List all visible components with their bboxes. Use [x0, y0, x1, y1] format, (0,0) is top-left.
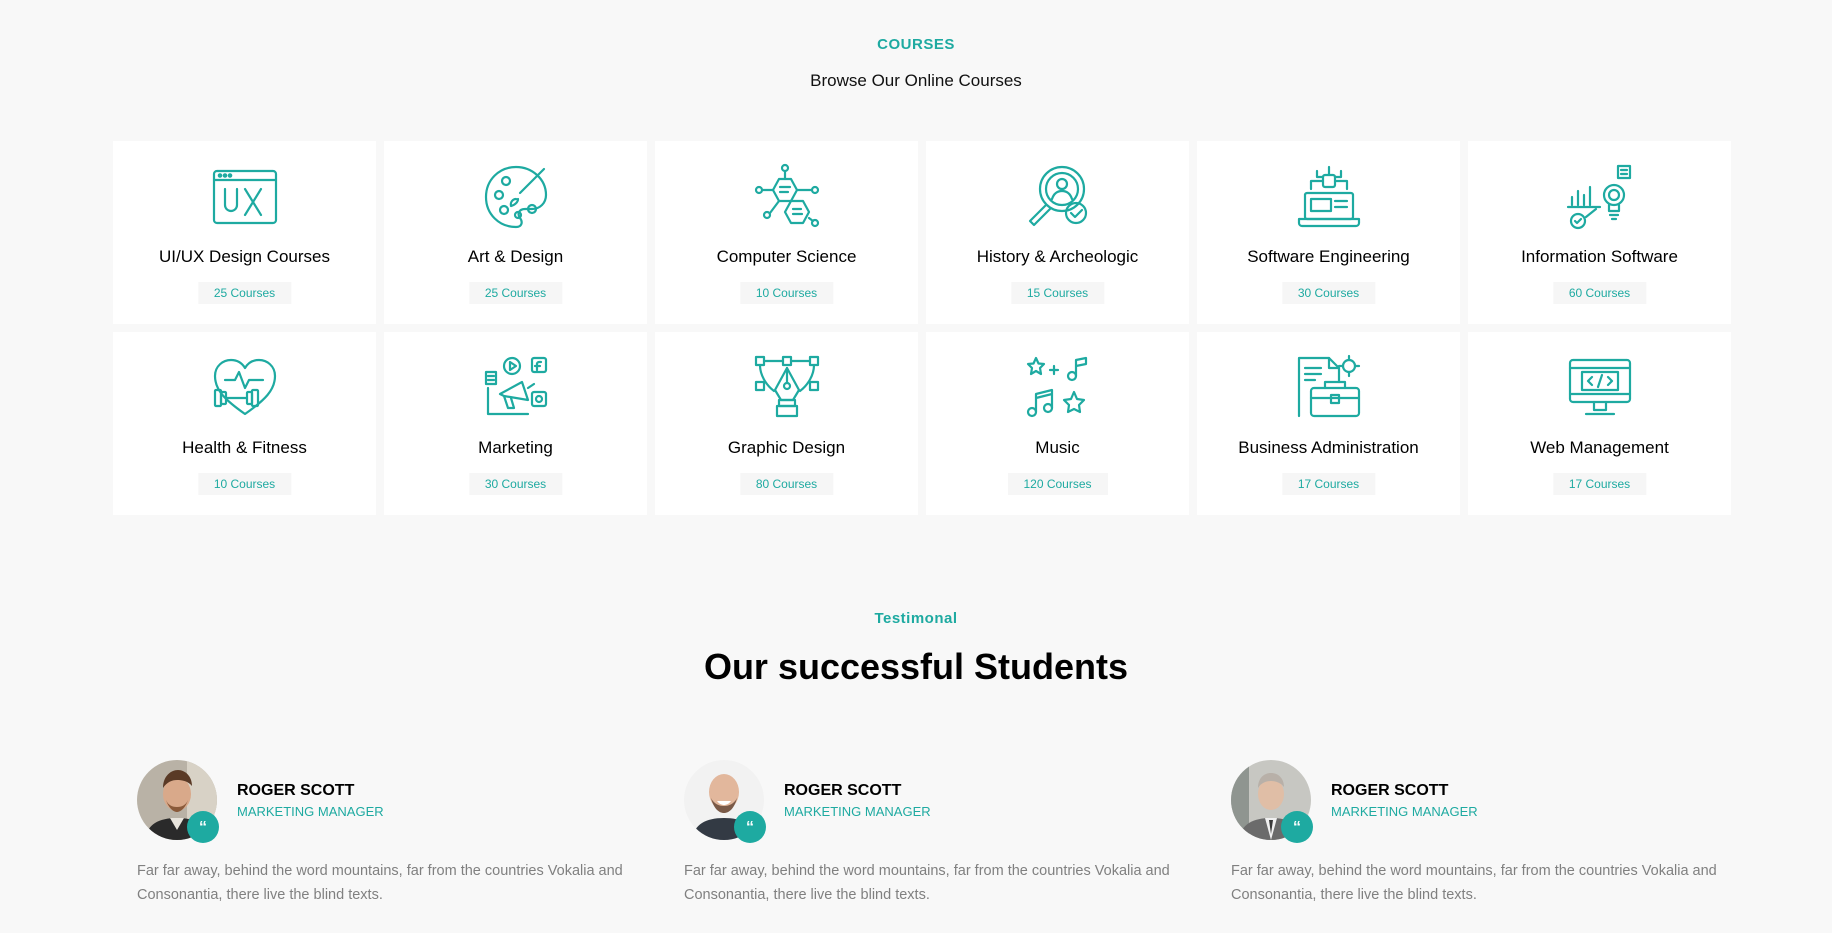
testimonial-eyebrow: Testimonal: [874, 610, 958, 627]
student-role: MARKETING MANAGER: [237, 804, 384, 819]
courses-eyebrow: COURSES: [877, 36, 955, 53]
pen-tool-icon: [753, 354, 821, 422]
quote-icon: “: [1281, 811, 1313, 843]
course-title: Web Management: [1530, 438, 1669, 457]
course-title: Health & Fitness: [182, 438, 307, 457]
music-notes-icon: [1024, 354, 1092, 422]
course-card[interactable]: Web Management 17 Courses: [1468, 332, 1731, 515]
monitor-code-icon: [1566, 354, 1634, 422]
megaphone-icon: [482, 354, 550, 422]
course-card[interactable]: Marketing 30 Courses: [384, 332, 647, 515]
student-name: ROGER SCOTT: [784, 782, 902, 799]
briefcase-icon: [1295, 354, 1363, 422]
course-title: Information Software: [1521, 247, 1678, 266]
course-title: Graphic Design: [727, 438, 846, 457]
course-title: History & Archeologic: [976, 247, 1139, 266]
student-name: ROGER SCOTT: [237, 782, 355, 799]
course-title: Software Engineering: [1247, 247, 1410, 266]
student-name: ROGER SCOTT: [1331, 782, 1449, 799]
bulb-chart-icon: [1566, 163, 1634, 231]
course-count-badge: 25 Courses: [468, 282, 563, 304]
course-count-badge: 17 Courses: [1552, 473, 1647, 495]
course-count-badge: 60 Courses: [1552, 282, 1647, 304]
heart-dumbbell-icon: [211, 354, 279, 422]
course-count-badge: 10 Courses: [197, 473, 292, 495]
course-card[interactable]: Art & Design 25 Courses: [384, 141, 647, 324]
course-title: Business Administration: [1238, 438, 1419, 457]
magnifier-icon: [1024, 163, 1092, 231]
course-count-badge: 15 Courses: [1010, 282, 1105, 304]
course-card[interactable]: Music 120 Courses: [926, 332, 1189, 515]
student-role: MARKETING MANAGER: [784, 804, 931, 819]
course-card[interactable]: Software Engineering 30 Courses: [1197, 141, 1460, 324]
course-title: UI/UX Design Courses: [158, 247, 330, 266]
course-card[interactable]: Information Software 60 Courses: [1468, 141, 1731, 324]
course-count-badge: 120 Courses: [1007, 473, 1108, 495]
course-grid: UI/UX Design Courses 25 Courses Art & De…: [113, 141, 1731, 515]
course-title: Art & Design: [467, 247, 564, 266]
network-icon: [753, 163, 821, 231]
course-title: Music: [1035, 438, 1080, 457]
testimonial-title: Our successful Students: [703, 646, 1129, 687]
course-card[interactable]: Business Administration 17 Courses: [1197, 332, 1460, 515]
course-card[interactable]: History & Archeologic 15 Courses: [926, 141, 1189, 324]
course-card[interactable]: UI/UX Design Courses 25 Courses: [113, 141, 376, 324]
course-card[interactable]: Health & Fitness 10 Courses: [113, 332, 376, 515]
course-card[interactable]: Graphic Design 80 Courses: [655, 332, 918, 515]
quote-icon: “: [734, 811, 766, 843]
testimonial-text: Far far away, behind the word mountains,…: [137, 863, 623, 903]
student-role: MARKETING MANAGER: [1331, 804, 1478, 819]
course-count-badge: 17 Courses: [1281, 473, 1376, 495]
laptop-icon: [1295, 163, 1363, 231]
course-count-badge: 30 Courses: [1281, 282, 1376, 304]
palette-icon: [482, 163, 550, 231]
courses-subtitle: Browse Our Online Courses: [810, 71, 1022, 90]
course-title: Computer Science: [716, 247, 857, 266]
course-count-badge: 25 Courses: [197, 282, 292, 304]
testimonial-header: Testimonal Our successful Students: [0, 610, 1832, 688]
course-card[interactable]: Computer Science 10 Courses: [655, 141, 918, 324]
course-count-badge: 80 Courses: [739, 473, 834, 495]
quote-icon: “: [187, 811, 219, 843]
testimonial-text: Far far away, behind the word mountains,…: [684, 863, 1170, 903]
course-count-badge: 30 Courses: [468, 473, 563, 495]
testimonial-text: Far far away, behind the word mountains,…: [1231, 863, 1717, 903]
course-count-badge: 10 Courses: [739, 282, 834, 304]
courses-header: COURSES Browse Our Online Courses: [0, 0, 1832, 91]
course-title: Marketing: [478, 438, 553, 457]
ux-screen-icon: [211, 163, 279, 231]
